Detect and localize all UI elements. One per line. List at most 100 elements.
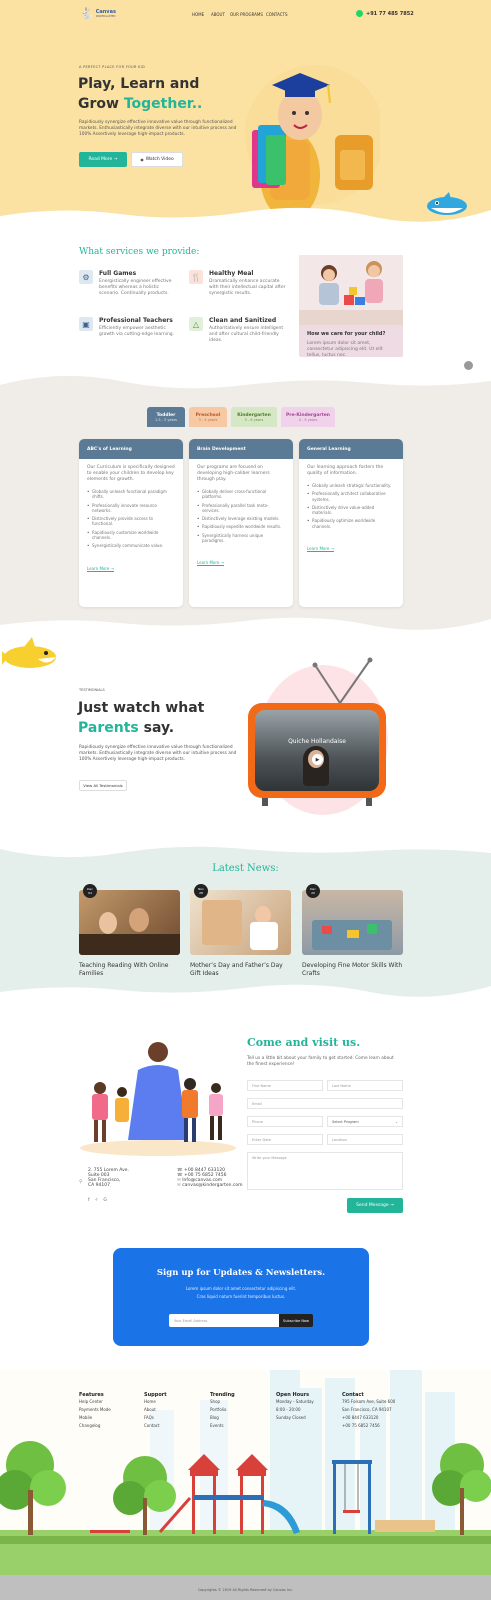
news-title[interactable]: Mother’s Day and Father’s Day Gift Ideas <box>190 962 291 978</box>
tab-kindergarten[interactable]: Kindergarten 5 - 6 years <box>231 407 277 427</box>
testimonials-eyebrow: TESTIMONIALS <box>79 688 105 692</box>
nav-about[interactable]: ABOUT <box>211 12 225 17</box>
teacher-board-icon: ▣ <box>79 317 93 331</box>
learn-more-link[interactable]: Learn More → <box>307 546 334 553</box>
newsletter-email-input[interactable]: Your Email Address <box>169 1314 279 1327</box>
play-icon: ◉ <box>140 157 144 162</box>
first-name-input[interactable]: First Name <box>247 1080 323 1091</box>
programs-wave-bottom <box>0 617 491 635</box>
video-thumbnail: Quiche Hollandaise ▶ <box>255 710 379 791</box>
learn-more-link[interactable]: Learn More → <box>197 560 224 567</box>
footer: Features Help Center Payments Mode Mobil… <box>0 1370 491 1600</box>
watch-video-button[interactable]: ◉ Watch Video <box>131 152 183 167</box>
google-icon[interactable]: G <box>103 1198 107 1203</box>
video-player[interactable]: Quiche Hollandaise ▶ <box>248 703 386 798</box>
card-title: General Learning <box>299 439 403 459</box>
twitter-icon[interactable]: ✧ <box>95 1198 99 1203</box>
social-icons: f ✧ G <box>88 1198 107 1203</box>
testimonials-section: TESTIMONIALS Just watch what Parents say… <box>0 635 491 845</box>
logo-subtext: KINDERGARTEN <box>95 14 116 18</box>
news-image <box>302 890 403 955</box>
location-input[interactable]: Location <box>327 1134 403 1145</box>
tab-toddler[interactable]: Toddler 1.5 - 3 years <box>147 407 185 427</box>
footer-col-trending: Trending Shop Portfolio Blog Events <box>210 1392 235 1428</box>
news-wave-top <box>0 845 491 858</box>
email-input[interactable]: Email <box>247 1098 403 1109</box>
tab-pre-kindergarten[interactable]: Pre-Kindergarten 4 - 5 years <box>281 407 335 427</box>
yellow-shark-image <box>2 637 56 668</box>
news-date: Dec 20 <box>306 884 320 898</box>
card-bullets: Globally deliver cross-functional platfo… <box>189 489 293 543</box>
program-select[interactable]: Select Program ⌄ <box>327 1116 403 1127</box>
nav-programs[interactable]: OUR PROGRAMS <box>230 12 263 17</box>
learn-more-link[interactable]: Learn More → <box>87 566 114 572</box>
services-heading: What services we provide: <box>79 247 200 257</box>
rabbit-icon: 🐇 <box>80 6 94 20</box>
last-name-input[interactable]: Last Name <box>327 1080 403 1091</box>
chevron-down-icon: ⌄ <box>395 1119 398 1124</box>
whatsapp-icon <box>356 10 363 17</box>
tv-leg-right <box>366 798 372 806</box>
news-item-2[interactable]: Nov 28 Mother’s Day and Father’s Day Gift… <box>190 884 291 978</box>
news-image <box>79 890 180 955</box>
card-intro: Our Curriculum is specifically designed … <box>87 465 175 482</box>
care-title: How we care for your child? <box>307 331 386 337</box>
card-title: ABC's of Learning <box>79 439 183 459</box>
tv-legs <box>262 798 268 806</box>
service-professional-teachers: ▣ Professional Teachers Efficiently empo… <box>79 317 179 338</box>
tab-preschool[interactable]: Preschool 3 - 4 years <box>189 407 227 427</box>
hero-kid-image <box>245 65 380 220</box>
phone-input[interactable]: Phone <box>247 1116 323 1127</box>
hero-wave <box>0 207 491 225</box>
news-date: Dec 04 <box>83 884 97 898</box>
footer-col-features: Features Help Center Payments Mode Mobil… <box>79 1392 111 1428</box>
news-title[interactable]: Developing Fine Motor Skills With Crafts <box>302 962 403 978</box>
play-button-icon[interactable]: ▶ <box>312 754 323 765</box>
view-testimonials-button[interactable]: View All Testimonials <box>79 780 127 791</box>
footer-playground-illustration <box>0 1370 491 1600</box>
care-card[interactable]: How we care for your child? Lorem ipsum … <box>299 255 403 357</box>
service-healthy-meal: 🍴 Healthy Meal Dramatically enhance accu… <box>189 270 289 297</box>
footer-col-support: Support Home About FAQs Contact <box>144 1392 167 1428</box>
card-bullets: Globally unleash functional paradigm shi… <box>79 489 183 549</box>
family-illustration <box>80 1042 236 1156</box>
program-card-abc: ABC's of Learning Our Curriculum is spec… <box>79 439 183 607</box>
newsletter-title: Sign up for Updates & Newsletters. <box>156 1268 326 1278</box>
news-date: Nov 28 <box>194 884 208 898</box>
testimonials-title: Just watch what Parents say. <box>78 700 205 736</box>
newsletter-desc-2: Cras liquid natum fuerint temporibus luc… <box>196 1294 286 1299</box>
send-message-button[interactable]: Send Message → <box>347 1198 403 1213</box>
read-more-button[interactable]: Read More → <box>79 152 127 167</box>
facebook-icon[interactable]: f <box>88 1198 90 1203</box>
fork-knife-icon: 🍴 <box>189 270 203 284</box>
programs-wave-top <box>0 375 491 389</box>
service-full-games: ⚙ Full Games Energistically engineer eff… <box>79 270 179 297</box>
subscribe-button[interactable]: Subscribe Now <box>279 1314 313 1327</box>
contact-info: ☎ +00 8447 633120 ☎ +00 75 6852 7456 ✉ I… <box>177 1168 243 1188</box>
news-title[interactable]: Teaching Reading With Online Families <box>79 962 180 978</box>
care-description: Lorem ipsum dolor sit amet, consectetur … <box>307 341 383 357</box>
news-wave-bottom <box>0 984 491 1000</box>
services-section: What services we provide: ⚙ Full Games E… <box>0 225 491 375</box>
hero-section: 🐇 Canvas KINDERGARTEN HOME ABOUT OUR PRO… <box>0 0 491 225</box>
contact-heading: Come and visit us. <box>247 1036 361 1049</box>
header-phone[interactable]: +91 77 485 7852 <box>356 10 414 17</box>
hero-eyebrow: A PERFECT PLACE FOR YOUR KID <box>79 65 145 69</box>
message-textarea[interactable]: Write your Message <box>247 1152 403 1190</box>
program-card-general: General Learning Our learning approach f… <box>299 439 403 607</box>
news-image <box>190 890 291 955</box>
news-item-1[interactable]: Dec 04 Teaching Reading With Online Famil… <box>79 884 180 978</box>
nav-contacts[interactable]: CONTACTS <box>266 12 288 17</box>
contact-section: ⚲ 2. 755 Lorem Ave. Suite 003 San Franci… <box>0 1000 491 1230</box>
scroll-top-icon[interactable] <box>464 361 473 370</box>
tv-antenna-icon <box>312 657 373 704</box>
address-block: ⚲ 2. 755 Lorem Ave. Suite 003 San Franci… <box>79 1168 129 1188</box>
game-icon: ⚙ <box>79 270 93 284</box>
copyright: Copyrights © 2019 All Rights Reserved by… <box>197 1588 294 1592</box>
nav-home[interactable]: HOME <box>192 12 204 17</box>
footer-col-contact: Contact 795 Folsom Ave, Suite 600 San Fr… <box>342 1392 396 1428</box>
logo[interactable]: 🐇 Canvas KINDERGARTEN <box>80 5 120 21</box>
newsletter-desc-1: Lorem ipsum dolor sit amet consectetur a… <box>185 1286 297 1291</box>
date-input[interactable]: Enter Date <box>247 1134 323 1145</box>
news-item-3[interactable]: Dec 20 Developing Fine Motor Skills With … <box>302 884 403 978</box>
